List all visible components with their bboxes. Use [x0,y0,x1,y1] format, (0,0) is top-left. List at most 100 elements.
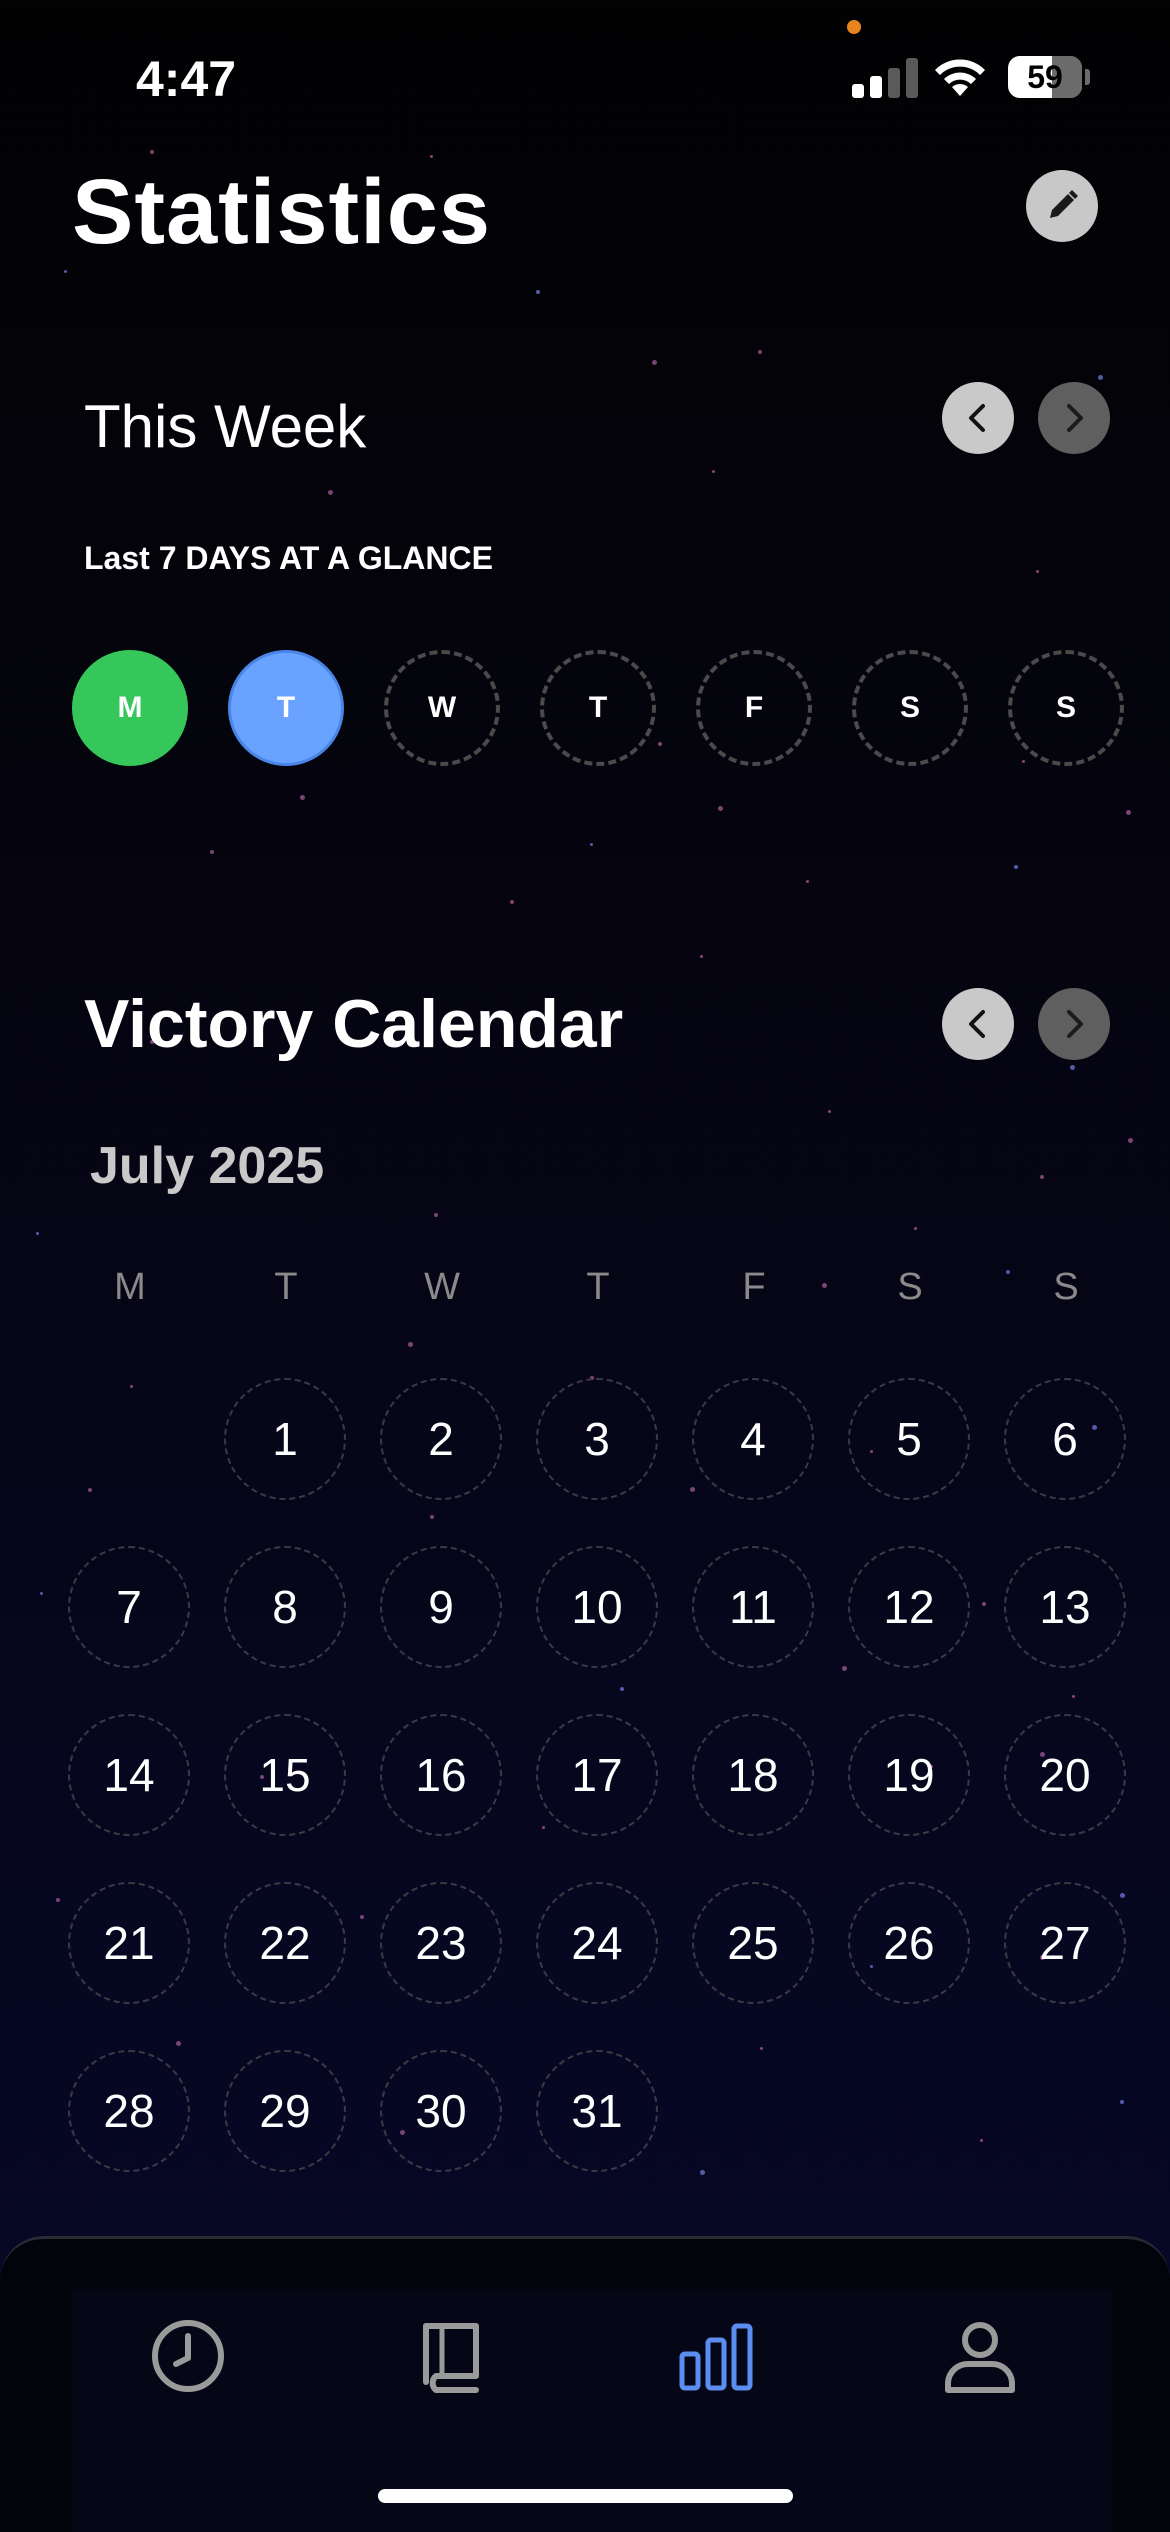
week-day-sunday[interactable]: S [1008,650,1124,766]
week-day-saturday[interactable]: S [852,650,968,766]
weekday-header: S [897,1266,923,1308]
calendar-day[interactable]: 8 [224,1546,346,1668]
calendar-day[interactable]: 7 [68,1546,190,1668]
calendar-day[interactable]: 4 [692,1378,814,1500]
star-dot [430,1515,434,1519]
calendar-day-number: 29 [259,2085,311,2137]
star-dot [88,1488,92,1492]
clock-icon [152,2320,224,2392]
calendar-day-number: 5 [896,1413,922,1465]
star-dot [64,270,67,273]
calendar-day[interactable]: 16 [380,1714,502,1836]
edit-button[interactable] [1026,170,1098,242]
week-day-wednesday[interactable]: W [384,650,500,766]
calendar-day[interactable]: 22 [224,1882,346,2004]
week-next-button[interactable] [1038,382,1110,454]
star-dot [1014,865,1018,869]
star-dot [1128,1138,1133,1143]
star-dot [408,1342,413,1347]
tab-history[interactable] [148,2316,228,2396]
calendar-day[interactable]: 10 [536,1546,658,1668]
star-dot [1036,570,1039,573]
week-day-friday[interactable]: F [696,650,812,766]
calendar-day-number: 3 [584,1413,610,1465]
calendar-day-number: 21 [103,1917,155,1969]
star-dot [542,1826,545,1829]
calendar-day[interactable]: 6 [1004,1378,1126,1500]
chevron-left-icon [969,404,985,432]
calendar-day[interactable]: 17 [536,1714,658,1836]
week-day-tuesday[interactable]: T [228,650,344,766]
battery-icon: 59 [1008,56,1090,98]
week-day-monday[interactable]: M [72,650,188,766]
star-dot [700,2170,705,2175]
week-day-letter: T [588,691,608,724]
calendar-day-number: 30 [415,2085,467,2137]
calendar-day[interactable]: 26 [848,1882,970,2004]
calendar-day[interactable]: 27 [1004,1882,1126,2004]
star-dot [328,490,333,495]
calendar-day-number: 31 [571,2085,623,2137]
calendar-day[interactable]: 2 [380,1378,502,1500]
calendar-day[interactable]: 28 [68,2050,190,2172]
calendar-day-number: 7 [116,1581,142,1633]
calendar-day[interactable]: 29 [224,2050,346,2172]
star-dot [982,1602,986,1606]
calendar-day[interactable]: 23 [380,1882,502,2004]
weekday-header: M [114,1266,146,1308]
calendar-day[interactable]: 5 [848,1378,970,1500]
calendar-day[interactable]: 12 [848,1546,970,1668]
star-dot [300,795,305,800]
week-day-letter: S [899,691,920,724]
star-dot [1120,1893,1125,1898]
calendar-day-number: 14 [103,1749,155,1801]
week-day-letter: F [744,691,764,724]
calendar-day-number: 6 [1052,1413,1078,1465]
calendar-day[interactable]: 9 [380,1546,502,1668]
calendar-day[interactable]: 30 [380,2050,502,2172]
this-week-title: This Week [84,393,367,460]
tab-profile[interactable] [940,2316,1020,2396]
week-day-letter: S [1055,691,1076,724]
calendar-day-number: 1 [272,1413,298,1465]
calendar-day[interactable]: 13 [1004,1546,1126,1668]
weekday-header: F [742,1266,766,1308]
calendar-day-number: 12 [883,1581,935,1633]
tab-library[interactable] [412,2316,492,2396]
page-title: Statistics [72,161,492,263]
calendar-day[interactable]: 18 [692,1714,814,1836]
calendar-day[interactable]: 31 [536,2050,658,2172]
victory-calendar-title: Victory Calendar [84,986,624,1062]
calendar-previous-button[interactable] [942,988,1014,1060]
calendar-day[interactable]: 25 [692,1882,814,2004]
calendar-day[interactable]: 19 [848,1714,970,1836]
calendar-day-number: 19 [883,1749,935,1801]
star-dot [806,880,809,883]
weekday-header: T [274,1266,298,1308]
bar-chart-icon [679,2323,753,2391]
calendar-day[interactable]: 20 [1004,1714,1126,1836]
calendar-day-number: 22 [259,1917,311,1969]
star-dot [430,155,433,158]
calendar-day[interactable]: 24 [536,1882,658,2004]
calendar-day[interactable]: 21 [68,1882,190,2004]
week-day-thursday[interactable]: T [540,650,656,766]
week-previous-button[interactable] [942,382,1014,454]
star-dot [980,2139,983,2142]
week-day-letter: T [276,691,296,724]
star-dot [434,1213,438,1217]
calendar-day[interactable]: 15 [224,1714,346,1836]
battery-percentage: 59 [1027,59,1063,95]
cellular-signal-icon [852,58,918,98]
tab-statistics[interactable] [676,2316,756,2396]
calendar-day[interactable]: 3 [536,1378,658,1500]
calendar-day[interactable]: 11 [692,1546,814,1668]
person-icon [945,2322,1015,2393]
star-dot [1070,1065,1075,1070]
calendar-next-button[interactable] [1038,988,1110,1060]
calendar-day-number: 25 [727,1917,779,1969]
star-dot [40,1592,43,1595]
calendar-day[interactable]: 14 [68,1714,190,1836]
chevron-right-icon [1067,404,1083,432]
calendar-day[interactable]: 1 [224,1378,346,1500]
